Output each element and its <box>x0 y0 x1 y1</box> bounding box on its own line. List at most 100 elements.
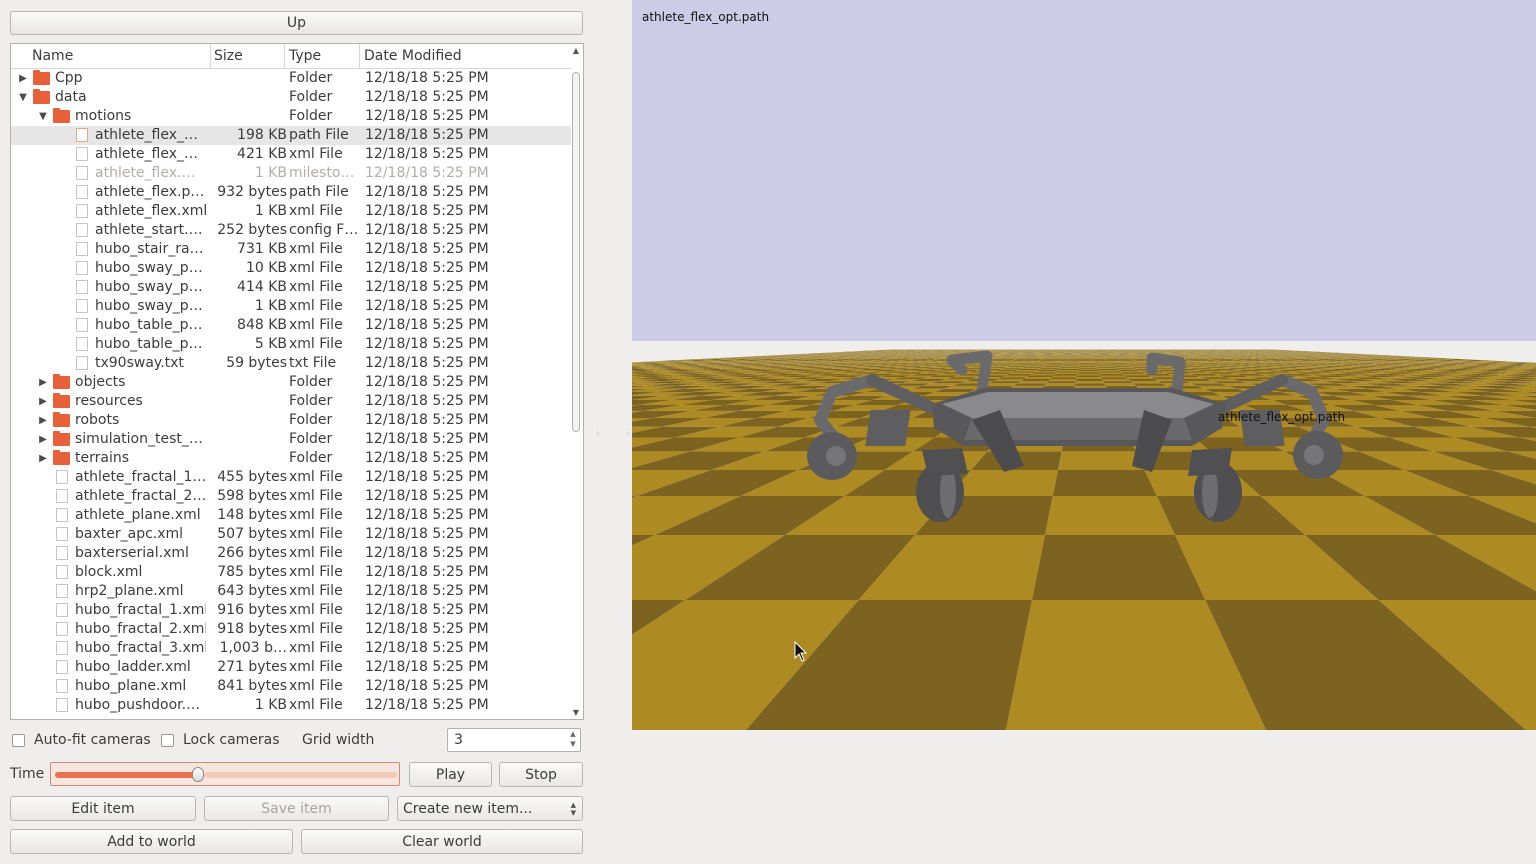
floor-tile <box>1098 370 1120 372</box>
floor-tile <box>1057 370 1078 372</box>
expanded-arrow-icon[interactable]: ▼ <box>38 107 48 126</box>
file-icon <box>76 261 88 275</box>
lock-cameras-checkbox[interactable] <box>161 734 174 747</box>
floor-tile <box>998 377 1027 379</box>
folder-row[interactable]: ▼ motions Folder 12/18/18 5:25 PM <box>11 107 571 126</box>
folder-row[interactable]: ▶ terrains Folder 12/18/18 5:25 PM <box>11 449 571 468</box>
floor-tile <box>1129 365 1149 366</box>
expanded-arrow-icon[interactable]: ▼ <box>18 88 28 107</box>
floor-tile <box>1106 360 1121 361</box>
file-row[interactable]: athlete_plane.xml 148 bytes xml File 12/18/… <box>11 506 571 525</box>
file-row[interactable]: athlete_flex_… 198 KB path File 12/18/18 5:… <box>11 126 571 145</box>
floor-tile <box>1052 360 1067 361</box>
folder-row[interactable]: ▶ objects Folder 12/18/18 5:25 PM <box>11 373 571 392</box>
file-row[interactable]: hubo_sway_p… 414 KB xml File 12/18/18 5:25 … <box>11 278 571 297</box>
tree-scrollbar[interactable]: ▲ ▼ <box>571 46 581 717</box>
item-date: 12/18/18 5:25 PM <box>365 659 489 675</box>
item-name: hubo_fractal_1.xml <box>75 602 206 618</box>
floor-tile <box>1030 363 1048 365</box>
spin-arrows-icon[interactable]: ▲ ▼ <box>566 729 580 751</box>
file-row[interactable]: athlete_fractal_1… 455 bytes xml File 12/18… <box>11 468 571 487</box>
item-date: 12/18/18 5:25 PM <box>365 222 489 238</box>
auto-fit-cameras-checkbox[interactable] <box>12 734 25 747</box>
collapsed-arrow-icon[interactable]: ▶ <box>38 373 48 392</box>
file-tree[interactable]: Name Size Type Date Modified ▶ Cpp Folder 1… <box>10 43 584 720</box>
floor-tile <box>1065 360 1080 362</box>
3d-viewport[interactable]: athlete_flex_opt.path athlete_flex_opt.p… <box>632 0 1536 864</box>
file-row[interactable]: hubo_sway_p… 1 KB xml File 12/18/18 5:25 PM <box>11 297 571 316</box>
stop-button[interactable]: Stop <box>499 762 583 787</box>
file-row[interactable]: hubo_stair_ra… 731 KB xml File 12/18/18 5:2… <box>11 240 571 259</box>
column-header-name[interactable]: Name <box>32 44 73 68</box>
collapsed-arrow-icon[interactable]: ▶ <box>18 69 28 88</box>
file-row[interactable]: hubo_sway_p… 10 KB xml File 12/18/18 5:25 P… <box>11 259 571 278</box>
file-row[interactable]: hubo_ladder.xml 271 bytes xml File 12/18/18… <box>11 658 571 677</box>
tree-header: Name Size Type Date Modified <box>11 44 571 69</box>
item-type: Folder <box>289 431 333 447</box>
folder-row[interactable]: ▼ data Folder 12/18/18 5:25 PM <box>11 88 571 107</box>
item-type: xml File <box>289 336 343 352</box>
folder-row[interactable]: ▶ robots Folder 12/18/18 5:25 PM <box>11 411 571 430</box>
up-button[interactable]: Up <box>10 11 583 35</box>
collapsed-arrow-icon[interactable]: ▶ <box>38 411 48 430</box>
floor-tile <box>1013 359 1029 360</box>
slider-handle[interactable] <box>192 767 204 782</box>
file-row[interactable]: baxterserial.xml 266 bytes xml File 12/18/1… <box>11 544 571 563</box>
file-row[interactable]: athlete_fractal_2… 598 bytes xml File 12/18… <box>11 487 571 506</box>
floor-tile <box>1032 535 1206 600</box>
folder-row[interactable]: ▶ simulation_test_… Folder 12/18/18 5:25 PM <box>11 430 571 449</box>
floor-tile <box>1119 371 1143 373</box>
file-row[interactable]: baxter_apc.xml 507 bytes xml File 12/18/18 … <box>11 525 571 544</box>
folder-icon <box>53 412 70 427</box>
save-item-button[interactable]: Save item <box>204 796 389 821</box>
play-button[interactable]: Play <box>409 762 492 787</box>
3d-scene[interactable] <box>632 0 1536 864</box>
file-row[interactable]: hubo_plane.xml 841 bytes xml File 12/18/18 … <box>11 677 571 696</box>
column-header-date[interactable]: Date Modified <box>364 44 462 68</box>
scrollbar-thumb[interactable] <box>572 72 580 432</box>
file-row[interactable]: athlete_flex.xml 1 KB xml File 12/18/18 5:2… <box>11 202 571 221</box>
floor-tile <box>1005 361 1022 363</box>
folder-row[interactable]: ▶ Cpp Folder 12/18/18 5:25 PM <box>11 69 571 88</box>
file-row[interactable]: athlete_flex.… 1 KB milesto… 12/18/18 5:25 … <box>11 164 571 183</box>
mouse-cursor-icon <box>794 641 808 662</box>
floor-tile <box>1093 359 1107 360</box>
item-size: 1,003 b… <box>219 640 287 656</box>
item-date: 12/18/18 5:25 PM <box>365 469 489 485</box>
collapsed-arrow-icon[interactable]: ▶ <box>38 449 48 468</box>
file-row[interactable]: block.xml 785 bytes xml File 12/18/18 5:25 … <box>11 563 571 582</box>
file-row[interactable]: tx90sway.txt 59 bytes txt File 12/18/18 5:2… <box>11 354 571 373</box>
folder-row[interactable]: ▶ resources Folder 12/18/18 5:25 PM <box>11 392 571 411</box>
add-to-world-button[interactable]: Add to world <box>10 829 293 854</box>
clear-world-button[interactable]: Clear world <box>301 829 583 854</box>
file-row[interactable]: hrp2_plane.xml 643 bytes xml File 12/18/18 … <box>11 582 571 601</box>
item-type: xml File <box>289 545 343 561</box>
scroll-up-icon[interactable]: ▲ <box>571 46 581 55</box>
file-row[interactable]: athlete_flex.p… 932 bytes path File 12/18/1… <box>11 183 571 202</box>
column-header-size[interactable]: Size <box>214 44 243 68</box>
file-row[interactable]: hubo_fractal_3.xml 1,003 b… xml File 12/18/… <box>11 639 571 658</box>
file-row[interactable]: athlete_start.… 252 bytes config F… 12/18/1… <box>11 221 571 240</box>
grid-width-spinbox[interactable]: 3 ▲ ▼ <box>447 728 581 752</box>
file-row[interactable]: hubo_fractal_1.xml 916 bytes xml File 12/18… <box>11 601 571 620</box>
scroll-down-icon[interactable]: ▼ <box>571 708 581 717</box>
file-row[interactable]: athlete_flex_… 421 KB xml File 12/18/18 5:2… <box>11 145 571 164</box>
file-row[interactable]: hubo_table_p… 848 KB xml File 12/18/18 5:25… <box>11 316 571 335</box>
floor-tile <box>1034 371 1057 373</box>
time-slider[interactable] <box>50 762 400 786</box>
floor-tile <box>1064 362 1080 363</box>
edit-item-button[interactable]: Edit item <box>10 796 196 821</box>
file-row[interactable]: hubo_fractal_2.xml 918 bytes xml File 12/18… <box>11 620 571 639</box>
floor-tile <box>1118 370 1141 372</box>
item-type: xml File <box>289 659 343 675</box>
collapsed-arrow-icon[interactable]: ▶ <box>38 430 48 449</box>
file-row[interactable]: hubo_pushdoor.… 1 KB xml File 12/18/18 5:25… <box>11 696 571 715</box>
panel-splitter[interactable]: ⋮ ⋮ <box>594 428 632 437</box>
collapsed-arrow-icon[interactable]: ▶ <box>38 392 48 411</box>
create-new-item-dropdown[interactable]: Create new item... ▲ ▼ <box>397 796 583 821</box>
floor-tile <box>1120 360 1135 361</box>
item-type: xml File <box>289 602 343 618</box>
floor-tile <box>1093 361 1109 362</box>
file-row[interactable]: hubo_table_p… 5 KB xml File 12/18/18 5:25 P… <box>11 335 571 354</box>
column-header-type[interactable]: Type <box>289 44 321 68</box>
